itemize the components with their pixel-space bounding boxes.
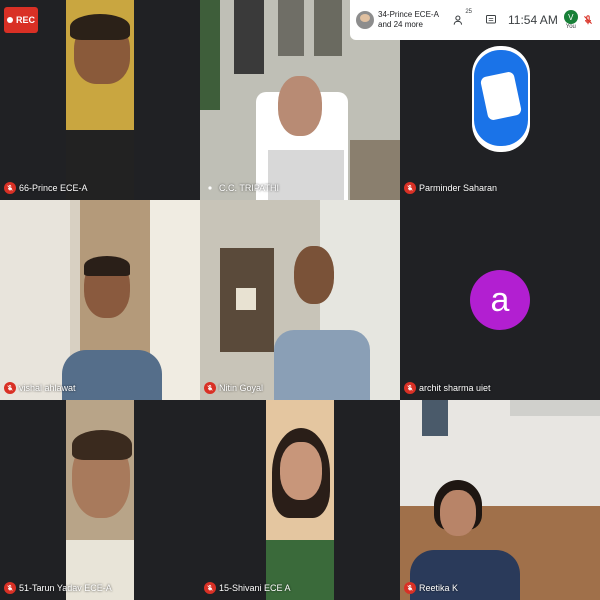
chat-button[interactable] — [480, 9, 502, 31]
participant-tile[interactable]: a archit sharma uiet — [400, 200, 600, 400]
mic-off-icon — [204, 582, 216, 594]
participant-name: 66-Prince ECE-A — [4, 182, 88, 194]
mic-off-icon — [404, 582, 416, 594]
participant-name: C.C. TRIPATHI — [204, 182, 279, 194]
participants-button[interactable]: 25 — [448, 9, 472, 31]
record-dot-icon — [6, 17, 13, 23]
video-desk — [350, 140, 400, 200]
video-person-hair — [72, 430, 132, 460]
video-person — [294, 246, 334, 304]
participant-tile[interactable]: vishal ahlawat — [0, 200, 200, 400]
participant-tile[interactable]: Nitin Goyal — [200, 200, 400, 400]
video-person-body — [268, 150, 344, 200]
video-person — [278, 76, 322, 136]
video-person — [440, 490, 476, 536]
video-person-hair — [84, 256, 130, 276]
participant-tile[interactable]: 15-Shivani ECE A — [200, 400, 400, 600]
participant-tile[interactable]: Reetika K — [400, 400, 600, 600]
participant-name: Nitin Goyal — [204, 382, 263, 394]
video-frame — [422, 400, 448, 436]
participant-name: Parminder Saharan — [404, 182, 497, 194]
recording-badge: REC — [4, 7, 38, 33]
participant-tile[interactable]: 51-Tarun Yadav ECE-A — [0, 400, 200, 600]
self-label: You — [565, 24, 576, 30]
video-wall — [0, 200, 70, 400]
video-person-hair — [70, 14, 130, 40]
participant-name: 15-Shivani ECE A — [204, 582, 291, 594]
mic-off-icon — [4, 582, 16, 594]
mic-off-icon — [204, 382, 216, 394]
video-frame — [234, 0, 264, 74]
people-line1: 34-Prince ECE-A — [378, 10, 439, 19]
clock: 11:54 AM — [508, 13, 558, 27]
video-frame — [278, 0, 304, 56]
recording-label: REC — [15, 15, 35, 25]
video-person-body — [274, 330, 370, 400]
top-bar: 34-Prince ECE-A and 24 more 25 11:54 AM … — [350, 0, 600, 40]
video-feed — [200, 0, 220, 110]
self-avatar[interactable]: V You — [563, 10, 578, 30]
video-person-body — [62, 350, 162, 400]
presenter-avatar — [356, 11, 374, 29]
people-summary[interactable]: 34-Prince ECE-A and 24 more — [378, 10, 448, 30]
participant-name: Reetika K — [404, 582, 458, 594]
chat-icon — [486, 15, 496, 24]
video-frame — [314, 0, 342, 56]
participant-name: vishal ahlawat — [4, 382, 76, 394]
mic-off-icon — [204, 182, 216, 194]
avatar: a — [470, 270, 530, 330]
participant-name: archit sharma uiet — [404, 382, 491, 394]
participants-count: 25 — [465, 9, 472, 15]
mic-off-icon — [4, 382, 16, 394]
mic-off-icon[interactable] — [582, 14, 594, 26]
video-window — [510, 400, 600, 416]
people-icon — [453, 15, 462, 25]
video-person — [280, 442, 322, 500]
participant-grid: 66-Prince ECE-A C.C. TRIPATHI Parminder … — [0, 0, 600, 600]
self-initial: V — [563, 10, 578, 24]
mic-off-icon — [4, 182, 16, 194]
mic-off-icon — [404, 182, 416, 194]
participant-name: 51-Tarun Yadav ECE-A — [4, 582, 112, 594]
people-line2: and 24 more — [378, 20, 423, 29]
video-board-paper — [236, 288, 256, 310]
mic-off-icon — [404, 382, 416, 394]
